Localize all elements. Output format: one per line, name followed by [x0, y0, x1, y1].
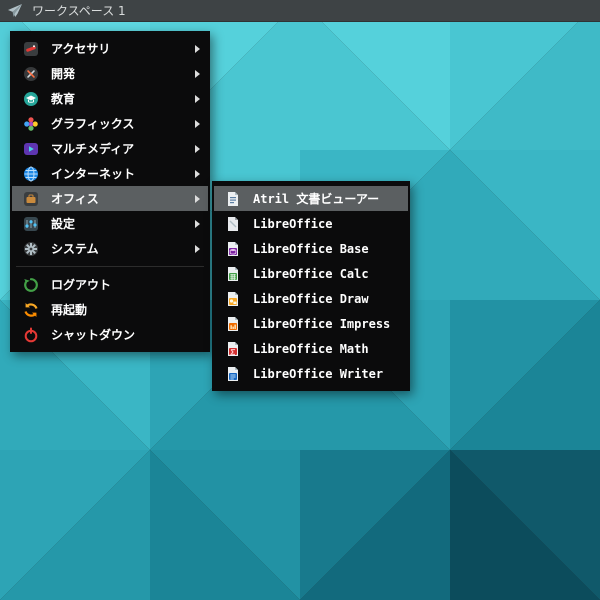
submenu-item-libreoffice-math[interactable]: LibreOffice Math [214, 336, 408, 361]
settings-icon [23, 216, 39, 232]
education-icon [23, 91, 39, 107]
menu-item-label: 教育 [51, 92, 76, 106]
accessories-icon [23, 41, 39, 57]
menu-item-label: オフィス [51, 192, 99, 206]
submenu-item-label: LibreOffice [253, 216, 333, 231]
libreoffice-math-icon [225, 341, 241, 357]
application-menu: アクセサリ 開発 教育 グラフィックス マルチメディア インターネット オフィス… [10, 31, 210, 352]
menu-item-label: シャットダウン [51, 328, 136, 342]
submenu-item-atril[interactable]: Atril 文書ビューアー [214, 186, 408, 211]
desktop: ワークスペース 1 アクセサリ 開発 教育 グラフィックス マルチメディア イン… [0, 0, 600, 600]
submenu-item-libreoffice-draw[interactable]: LibreOffice Draw [214, 286, 408, 311]
internet-icon [23, 166, 39, 182]
menu-item-internet[interactable]: インターネット [12, 161, 208, 186]
paper-plane-icon [7, 3, 23, 19]
graphics-icon [23, 116, 39, 132]
submenu-item-label: LibreOffice Base [253, 241, 369, 256]
submenu-arrow-icon [195, 144, 200, 153]
submenu-arrow-icon [195, 119, 200, 128]
submenu-arrow-icon [195, 169, 200, 178]
menu-item-label: アクセサリ [51, 42, 111, 56]
menu-item-settings[interactable]: 設定 [12, 211, 208, 236]
menu-item-multimedia[interactable]: マルチメディア [12, 136, 208, 161]
restart-icon [23, 302, 39, 318]
submenu-arrow-icon [195, 194, 200, 203]
menu-item-label: グラフィックス [51, 117, 135, 131]
menu-item-shutdown[interactable]: シャットダウン [12, 322, 208, 347]
menu-item-development[interactable]: 開発 [12, 61, 208, 86]
libreoffice-base-icon [225, 241, 241, 257]
submenu-item-label: LibreOffice Writer [253, 366, 384, 381]
menu-item-education[interactable]: 教育 [12, 86, 208, 111]
submenu-arrow-icon [195, 94, 200, 103]
office-submenu: Atril 文書ビューアー LibreOffice LibreOffice Ba… [212, 181, 410, 391]
menu-separator [16, 266, 204, 267]
menu-item-office[interactable]: オフィス [12, 186, 208, 211]
workspace-label: ワークスペース 1 [32, 4, 126, 18]
submenu-item-label: LibreOffice Impress [253, 316, 391, 331]
libreoffice-impress-icon [225, 316, 241, 332]
menu-item-label: ログアウト [51, 278, 112, 292]
menu-item-label: インターネット [51, 167, 136, 181]
menu-item-restart[interactable]: 再起動 [12, 297, 208, 322]
development-icon [23, 66, 39, 82]
menu-item-label: 設定 [51, 217, 76, 231]
libreoffice-draw-icon [225, 291, 241, 307]
submenu-arrow-icon [195, 69, 200, 78]
menu-item-system[interactable]: システム [12, 236, 208, 261]
taskbar[interactable]: ワークスペース 1 [0, 0, 600, 22]
submenu-item-libreoffice-writer[interactable]: LibreOffice Writer [214, 361, 408, 386]
submenu-item-libreoffice-base[interactable]: LibreOffice Base [214, 236, 408, 261]
submenu-arrow-icon [195, 44, 200, 53]
submenu-item-label: LibreOffice Calc [253, 266, 369, 281]
libreoffice-writer-icon [225, 366, 241, 382]
submenu-item-label: Atril 文書ビューアー [253, 192, 380, 206]
submenu-item-libreoffice-impress[interactable]: LibreOffice Impress [214, 311, 408, 336]
submenu-item-libreoffice[interactable]: LibreOffice [214, 211, 408, 236]
menu-item-label: システム [51, 242, 99, 256]
menu-item-graphics[interactable]: グラフィックス [12, 111, 208, 136]
logout-icon [23, 277, 39, 293]
submenu-item-label: LibreOffice Draw [253, 291, 369, 306]
atril-icon [225, 191, 241, 207]
menu-item-accessories[interactable]: アクセサリ [12, 36, 208, 61]
menu-item-label: 開発 [51, 67, 76, 81]
office-icon [23, 191, 39, 207]
menu-item-label: 再起動 [51, 303, 88, 317]
shutdown-icon [23, 327, 39, 343]
libreoffice-icon [225, 216, 241, 232]
submenu-arrow-icon [195, 244, 200, 253]
libreoffice-calc-icon [225, 266, 241, 282]
menu-item-label: マルチメディア [51, 142, 135, 156]
submenu-item-label: LibreOffice Math [253, 341, 369, 356]
menu-item-logout[interactable]: ログアウト [12, 272, 208, 297]
system-icon [23, 241, 39, 257]
multimedia-icon [23, 141, 39, 157]
submenu-arrow-icon [195, 219, 200, 228]
submenu-item-libreoffice-calc[interactable]: LibreOffice Calc [214, 261, 408, 286]
